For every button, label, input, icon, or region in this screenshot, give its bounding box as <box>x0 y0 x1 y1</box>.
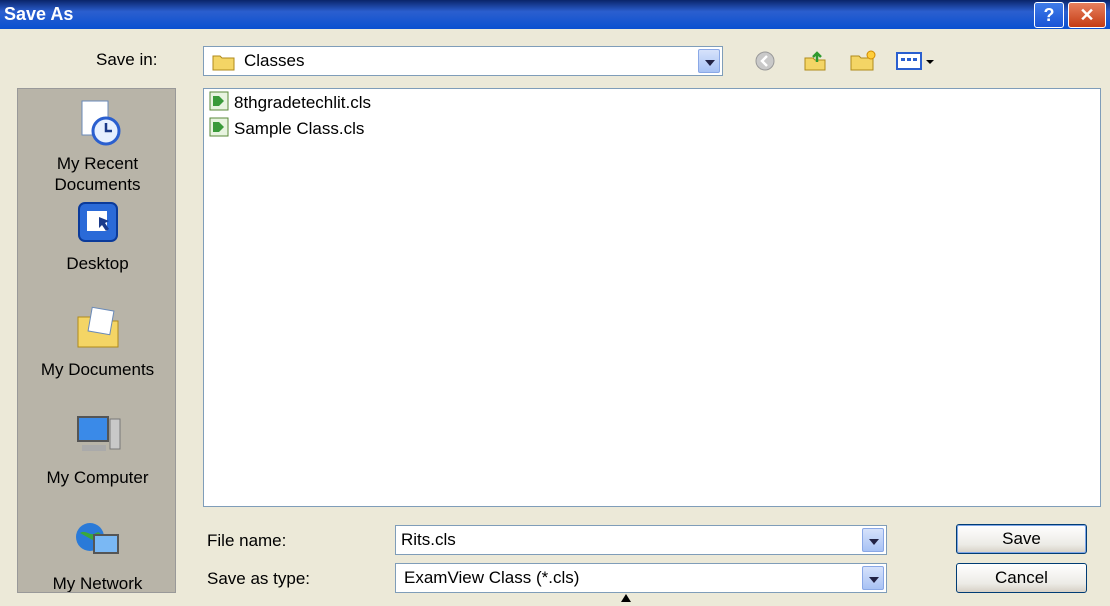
chevron-down-icon[interactable] <box>862 566 884 590</box>
chevron-down-icon[interactable] <box>698 49 720 73</box>
place-label: My Documents <box>40 360 155 379</box>
list-item[interactable]: Sample Class.cls <box>208 116 365 143</box>
my-network-icon <box>18 517 175 573</box>
place-desktop[interactable]: Desktop <box>18 197 175 274</box>
save-as-type-dropdown[interactable]: ExamView Class (*.cls) <box>395 563 887 593</box>
my-documents-icon <box>18 303 175 359</box>
file-name: Sample Class.cls <box>234 119 365 138</box>
up-folder-icon[interactable] <box>802 49 828 73</box>
close-button[interactable]: ✕ <box>1068 2 1106 28</box>
list-item[interactable]: 8thgradetechlit.cls <box>208 90 372 117</box>
save-in-label: Save in: <box>96 50 158 69</box>
my-computer-icon <box>18 411 175 467</box>
place-my-recent-documents[interactable]: My Recent Documents <box>18 97 175 195</box>
save-in-dropdown[interactable]: Classes <box>203 46 723 76</box>
chevron-down-icon[interactable] <box>862 528 884 552</box>
folder-icon <box>212 53 236 76</box>
place-label: Desktop <box>66 254 129 273</box>
place-label: My Recent Documents <box>54 154 141 194</box>
save-as-type-value: ExamView Class (*.cls) <box>404 568 580 587</box>
window-title: Save As <box>4 4 74 24</box>
places-bar: My Recent Documents Desktop My Documents… <box>17 88 176 593</box>
help-button[interactable]: ? <box>1034 2 1064 28</box>
place-my-network[interactable]: My Network <box>18 517 175 593</box>
place-my-computer[interactable]: My Computer <box>18 411 175 488</box>
new-folder-icon[interactable] <box>848 49 878 73</box>
cancel-button[interactable]: Cancel <box>956 563 1087 593</box>
desktop-icon <box>18 197 175 253</box>
file-name-label: File name: <box>207 531 287 550</box>
class-file-icon <box>208 90 230 117</box>
file-name-value: Rits.cls <box>401 530 456 549</box>
place-my-documents[interactable]: My Documents <box>18 303 175 380</box>
class-file-icon <box>208 116 230 143</box>
file-name-field[interactable]: Rits.cls <box>395 525 887 555</box>
title-bar: Save As ? ✕ <box>0 0 1110 29</box>
file-list[interactable]: 8thgradetechlit.cls Sample Class.cls <box>203 88 1101 507</box>
mouse-cursor-icon <box>621 594 631 602</box>
save-button[interactable]: Save <box>956 524 1087 554</box>
save-as-type-label: Save as type: <box>207 569 311 588</box>
place-label: My Network <box>52 574 143 593</box>
file-name: 8thgradetechlit.cls <box>234 93 372 112</box>
save-in-value: Classes <box>244 51 305 70</box>
view-menu-icon[interactable] <box>894 49 940 73</box>
place-label: My Computer <box>46 468 149 487</box>
recent-documents-icon <box>18 97 175 153</box>
back-icon[interactable] <box>752 49 778 73</box>
